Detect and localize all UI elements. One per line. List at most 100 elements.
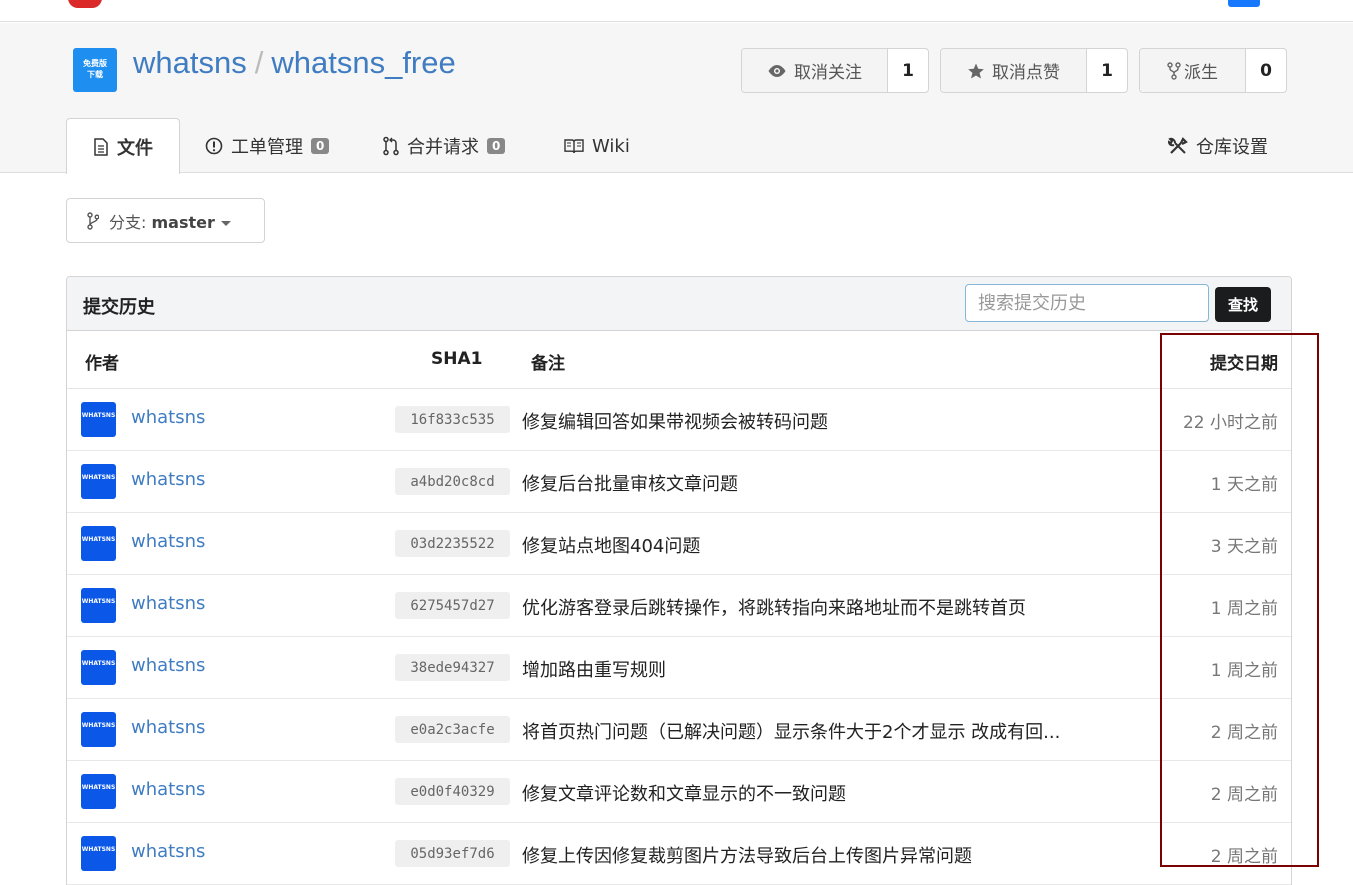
file-text-icon — [93, 137, 109, 156]
tab-wiki-label: Wiki — [592, 135, 630, 157]
commit-row: WHATSNS whatsns 16f833c535 修复编辑回答如果带视频会被… — [67, 389, 1291, 451]
commit-message: 将首页热门问题（已解决问题）显示条件大于2个才显示 改成有回... — [522, 722, 1061, 743]
commit-sha-link[interactable]: 38ede94327 — [395, 654, 510, 681]
author-avatar[interactable]: WHATSNS — [81, 774, 116, 809]
watch-count[interactable]: 1 — [888, 49, 928, 92]
repo-title: whatsns / whatsns_free — [133, 45, 456, 81]
star-count[interactable]: 1 — [1087, 49, 1127, 92]
commit-author-link[interactable]: whatsns — [131, 407, 205, 428]
commit-history-header: 提交历史 查找 — [67, 277, 1291, 331]
commit-date: 1 天之前 — [1210, 475, 1278, 495]
author-avatar[interactable]: WHATSNS — [81, 402, 116, 437]
commit-sha-link[interactable]: e0d0f40329 — [395, 778, 510, 805]
book-icon — [564, 138, 584, 154]
author-avatar[interactable]: WHATSNS — [81, 588, 116, 623]
commit-date: 2 周之前 — [1210, 723, 1278, 743]
commit-author-link[interactable]: whatsns — [131, 593, 205, 614]
tab-pull-requests[interactable]: 合并请求 0 — [383, 118, 506, 174]
commit-row: WHATSNS whatsns 38ede94327 增加路由重写规则 1 周之… — [67, 637, 1291, 699]
tab-files[interactable]: 文件 — [66, 118, 180, 174]
tools-icon — [1168, 136, 1188, 156]
commit-author-link[interactable]: whatsns — [131, 531, 205, 552]
tab-wiki[interactable]: Wiki — [564, 118, 630, 174]
tab-repo-settings-label: 仓库设置 — [1196, 137, 1268, 158]
commit-date: 22 小时之前 — [1182, 413, 1278, 433]
commit-message: 修复上传因修复裁剪图片方法导致后台上传图片异常问题 — [522, 846, 972, 867]
author-avatar-text: WHATSNS — [81, 412, 116, 419]
commit-author-link[interactable]: whatsns — [131, 655, 205, 676]
commit-search-input[interactable] — [965, 284, 1209, 322]
unwatch-button[interactable]: 取消关注 — [742, 49, 888, 92]
commit-author-link[interactable]: whatsns — [131, 469, 205, 490]
chevron-down-icon — [220, 220, 231, 226]
commit-sha-link[interactable]: 03d2235522 — [395, 530, 510, 557]
commit-message: 修复站点地图404问题 — [522, 536, 701, 557]
fork-group: 派生 0 — [1139, 48, 1287, 93]
commit-author-link[interactable]: whatsns — [131, 717, 205, 738]
commit-author-link[interactable]: whatsns — [131, 779, 205, 800]
issues-count-badge: 0 — [311, 138, 330, 154]
commit-message: 增加路由重写规则 — [522, 660, 666, 681]
top-navbar — [0, 0, 1353, 22]
tab-files-label: 文件 — [117, 137, 153, 159]
alert-circle-icon — [205, 137, 223, 155]
commit-sha-link[interactable]: e0a2c3acfe — [395, 716, 510, 743]
author-avatar-text: WHATSNS — [81, 660, 116, 667]
repo-title-separator: / — [254, 45, 264, 80]
commit-message: 修复编辑回答如果带视频会被转码问题 — [522, 412, 828, 433]
author-avatar[interactable]: WHATSNS — [81, 836, 116, 871]
branch-text: 分支: master — [109, 209, 231, 233]
repo-owner-link[interactable]: whatsns — [133, 45, 247, 80]
fork-count[interactable]: 0 — [1246, 49, 1286, 92]
branch-value: master — [151, 212, 215, 232]
tab-pull-requests-label: 合并请求 — [407, 137, 479, 158]
author-avatar[interactable]: WHATSNS — [81, 526, 116, 561]
fork-button[interactable]: 派生 — [1140, 49, 1246, 92]
author-avatar[interactable]: WHATSNS — [81, 712, 116, 747]
author-avatar-text: WHATSNS — [81, 784, 116, 791]
branch-icon — [87, 211, 99, 230]
author-avatar-text: WHATSNS — [81, 536, 116, 543]
fork-label: 派生 — [1184, 63, 1218, 83]
column-author: 作者 — [85, 354, 119, 374]
tab-repo-settings[interactable]: 仓库设置 — [1168, 118, 1268, 174]
tab-issues-label: 工单管理 — [231, 137, 303, 158]
branch-selector[interactable]: 分支: master — [66, 198, 265, 243]
commit-message: 优化游客登录后跳转操作，将跳转指向来路地址而不是跳转首页 — [522, 598, 1026, 619]
author-avatar-text: WHATSNS — [81, 722, 116, 729]
unstar-label: 取消点赞 — [992, 63, 1060, 83]
repo-avatar-text-2: 下载 — [87, 70, 103, 79]
star-icon — [967, 62, 985, 80]
commit-date: 3 天之前 — [1210, 537, 1278, 557]
author-avatar[interactable]: WHATSNS — [81, 464, 116, 499]
commit-row: WHATSNS whatsns 03d2235522 修复站点地图404问题 3… — [67, 513, 1291, 575]
commit-sha-link[interactable]: a4bd20c8cd — [395, 468, 510, 495]
commit-row: WHATSNS whatsns e0a2c3acfe 将首页热门问题（已解决问题… — [67, 699, 1291, 761]
watch-group: 取消关注 1 — [741, 48, 929, 93]
commit-row: WHATSNS whatsns e0d0f40329 修复文章评论数和文章显示的… — [67, 761, 1291, 823]
column-date: 提交日期 — [1210, 354, 1278, 374]
pulls-count-badge: 0 — [487, 138, 506, 154]
commit-message: 修复后台批量审核文章问题 — [522, 474, 738, 495]
repo-avatar: 免费版 下载 — [73, 48, 117, 92]
column-message: 备注 — [531, 354, 565, 374]
user-avatar-button[interactable] — [1228, 0, 1260, 7]
commit-date: 2 周之前 — [1210, 847, 1278, 867]
commit-date: 1 周之前 — [1210, 661, 1278, 681]
repo-name-link[interactable]: whatsns_free — [271, 45, 455, 80]
commit-search-button[interactable]: 查找 — [1215, 287, 1271, 322]
tab-issues[interactable]: 工单管理 0 — [205, 118, 330, 174]
site-logo[interactable] — [68, 0, 102, 8]
branch-label: 分支: — [109, 212, 147, 232]
commit-sha-link[interactable]: 6275457d27 — [395, 592, 510, 619]
star-group: 取消点赞 1 — [940, 48, 1128, 93]
commit-author-link[interactable]: whatsns — [131, 841, 205, 862]
commit-sha-link[interactable]: 16f833c535 — [395, 406, 510, 433]
author-avatar-text: WHATSNS — [81, 598, 116, 605]
commit-message: 修复文章评论数和文章显示的不一致问题 — [522, 784, 846, 805]
author-avatar[interactable]: WHATSNS — [81, 650, 116, 685]
commit-date: 2 周之前 — [1210, 785, 1278, 805]
commit-sha-link[interactable]: 05d93ef7d6 — [395, 840, 510, 867]
unstar-button[interactable]: 取消点赞 — [941, 49, 1087, 92]
commit-table-header: 作者 SHA1 备注 提交日期 — [67, 331, 1291, 389]
